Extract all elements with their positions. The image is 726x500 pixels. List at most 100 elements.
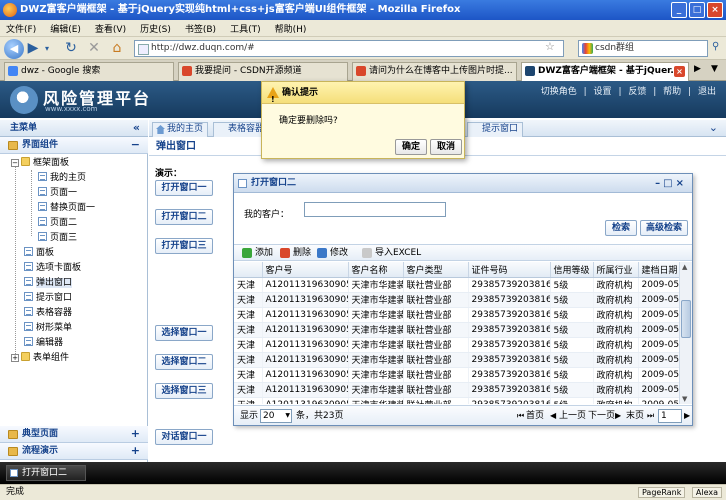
column-header-created-date[interactable]: 建档日期 xyxy=(638,262,679,278)
tree-item-alert-window[interactable]: 提示窗口 xyxy=(24,291,72,306)
tree-item-replace-page-one[interactable]: 替换页面一 xyxy=(38,201,95,216)
minimize-button[interactable]: _ xyxy=(671,2,687,18)
pagerank-badge[interactable]: PageRank xyxy=(637,487,686,498)
tree-item-form-components[interactable]: + 表单组件 xyxy=(11,351,69,366)
forward-arrow-icon[interactable]: ▶ xyxy=(26,39,40,58)
close-button[interactable]: × xyxy=(707,2,723,18)
first-page-link[interactable]: 首页 xyxy=(526,406,544,426)
tree-toggle-icon[interactable]: − xyxy=(11,159,19,167)
table-row[interactable]: 天津A120113196309052天津市华建装联社营业部29385739203… xyxy=(234,277,679,293)
table-row[interactable]: 天津A120113196309052天津市华建装联社营业部29385739203… xyxy=(234,337,679,353)
table-row[interactable]: 天津A120113196309052天津市华建装联社营业部29385739203… xyxy=(234,382,679,398)
menu-file[interactable]: 文件(F) xyxy=(6,22,36,35)
delete-button[interactable]: 删除 xyxy=(280,247,311,260)
tree-item-frame-panel[interactable]: − 框架面板 xyxy=(11,156,69,171)
table-row[interactable]: 天津A120113196309052天津市华建装联社营业部29385739203… xyxy=(234,352,679,368)
import-excel-button[interactable]: 导入EXCEL xyxy=(362,247,421,260)
tree-item-page-three[interactable]: 页面三 xyxy=(38,231,77,246)
collapse-icon[interactable]: − xyxy=(131,137,140,153)
menu-tools[interactable]: 工具(T) xyxy=(230,22,261,35)
open-window-three-button[interactable]: 打开窗口三 xyxy=(155,238,213,254)
open-window-two-button[interactable]: 打开窗口二 xyxy=(155,209,213,225)
accordion-typical-pages[interactable]: 典型页面 + xyxy=(0,426,148,443)
expand-icon[interactable]: + xyxy=(131,443,140,459)
accordion-workflow-demo[interactable]: 流程演示 + xyxy=(0,443,148,460)
last-page-link[interactable]: 末页 xyxy=(626,406,644,426)
scroll-down-icon[interactable]: ▼ xyxy=(682,395,687,403)
history-dropdown-icon[interactable]: ▾ xyxy=(42,39,52,58)
column-header-id-number[interactable]: 证件号码 xyxy=(468,262,551,278)
tree-item-tree-menu[interactable]: 树形菜单 xyxy=(24,321,72,336)
tab-scroll-icon[interactable]: ▶ xyxy=(694,64,701,74)
advanced-search-button[interactable]: 高级检索 xyxy=(640,220,688,236)
prev-page-icon[interactable]: ◀ xyxy=(550,406,556,426)
menu-history[interactable]: 历史(S) xyxy=(140,22,171,35)
column-header-credit-level[interactable]: 信用等级 xyxy=(550,262,594,278)
confirm-cancel-button[interactable]: 取消 xyxy=(430,139,462,155)
table-row[interactable]: 天津A120113196309052天津市华建装联社营业部29385739203… xyxy=(234,397,679,404)
table-row[interactable]: 天津A120113196309052天津市华建装联社营业部29385739203… xyxy=(234,322,679,338)
select-window-one-button[interactable]: 选择窗口一 xyxy=(155,325,213,341)
menu-bookmarks[interactable]: 书签(B) xyxy=(185,22,216,35)
table-row[interactable]: 天津A120113196309052天津市华建装联社营业部29385739203… xyxy=(234,292,679,308)
taskbar-item-window-two[interactable]: 打开窗口二 xyxy=(6,465,86,481)
menu-help[interactable]: 帮助(H) xyxy=(275,22,307,35)
tree-item-editor[interactable]: 编辑器 xyxy=(24,336,63,351)
menu-edit[interactable]: 编辑(E) xyxy=(50,22,81,35)
confirm-dialog-header[interactable]: 确认提示 xyxy=(262,82,464,111)
column-header-customer-no[interactable]: 客户号 xyxy=(262,262,349,278)
table-row[interactable]: 天津A120113196309052天津市华建装联社营业部29385739203… xyxy=(234,367,679,383)
column-header-industry[interactable]: 所属行业 xyxy=(593,262,639,278)
next-page-link[interactable]: 下一页 xyxy=(588,406,615,426)
browser-tab-csdn-blog[interactable]: 请问为什么在博客中上传图片时提... xyxy=(352,62,517,81)
confirm-ok-button[interactable]: 确定 xyxy=(395,139,427,155)
column-header-customer-name[interactable]: 客户名称 xyxy=(348,262,404,278)
main-tab-alert-window[interactable]: 提示窗口 xyxy=(467,122,524,137)
page-size-select[interactable]: 20 xyxy=(260,409,292,423)
stop-icon[interactable]: ✕ xyxy=(86,39,102,58)
bookmark-star-icon[interactable]: ☆ xyxy=(545,40,555,53)
maximize-button[interactable]: □ xyxy=(689,2,705,18)
tree-item-tab-panel[interactable]: 选项卡面板 xyxy=(24,261,81,276)
browser-tab-csdn-ask[interactable]: 我要提问 - CSDN开源频道 xyxy=(178,62,348,81)
expand-icon[interactable]: + xyxy=(131,426,140,442)
main-tab-my-home[interactable]: 我的主页 xyxy=(152,122,209,137)
tree-item-page-two[interactable]: 页面二 xyxy=(38,216,77,231)
scroll-up-icon[interactable]: ▲ xyxy=(682,263,687,271)
home-icon[interactable]: ⌂ xyxy=(109,39,125,58)
settings-link[interactable]: 设置 xyxy=(594,87,612,97)
select-window-three-button[interactable]: 选择窗口三 xyxy=(155,383,213,399)
accordion-ui-components[interactable]: 界面组件 − xyxy=(0,137,148,154)
scroll-thumb[interactable] xyxy=(681,300,691,338)
feedback-link[interactable]: 反馈 xyxy=(628,87,646,97)
open-window-one-button[interactable]: 打开窗口一 xyxy=(155,180,213,196)
window-header[interactable]: 打开窗口二 –□× xyxy=(234,174,692,193)
window-controls-icon[interactable]: –□× xyxy=(655,174,687,193)
dialog-window-one-button[interactable]: 对话窗口一 xyxy=(155,429,213,445)
collapse-sidebar-icon[interactable]: « xyxy=(133,120,140,136)
tab-list-icon[interactable]: ▼ xyxy=(711,64,718,74)
reload-icon[interactable]: ↻ xyxy=(63,39,79,58)
help-link[interactable]: 帮助 xyxy=(663,87,681,97)
page-number-input[interactable]: 1 xyxy=(658,409,682,423)
column-header-customer-type[interactable]: 客户类型 xyxy=(403,262,469,278)
close-tab-icon[interactable]: × xyxy=(674,66,685,77)
browser-tab-dwz[interactable]: DWZ富客户端框架 - 基于jQuer... × xyxy=(521,62,689,81)
tree-item-page-one[interactable]: 页面一 xyxy=(38,186,77,201)
tree-toggle-icon[interactable]: + xyxy=(11,354,19,362)
add-button[interactable]: 添加 xyxy=(242,247,273,260)
first-page-icon[interactable]: ⏮ xyxy=(517,406,524,426)
go-page-icon[interactable]: ▶ xyxy=(684,406,690,426)
search-button[interactable]: 检索 xyxy=(605,220,637,236)
select-window-two-button[interactable]: 选择窗口二 xyxy=(155,354,213,370)
table-row[interactable]: 天津A120113196309052天津市华建装联社营业部29385739203… xyxy=(234,307,679,323)
logout-link[interactable]: 退出 xyxy=(698,87,716,97)
search-magnifier-icon[interactable]: ⚲ xyxy=(712,41,719,52)
grid-scrollbar[interactable]: ▲ ▼ xyxy=(679,262,692,404)
customer-input[interactable] xyxy=(304,202,446,217)
next-page-icon[interactable]: ▶ xyxy=(615,406,621,426)
alexa-badge[interactable]: Alexa xyxy=(691,487,722,498)
back-arrow-icon[interactable]: ◀ xyxy=(4,39,24,59)
switch-role-link[interactable]: 切换角色 xyxy=(541,87,577,97)
column-header[interactable] xyxy=(234,262,263,278)
